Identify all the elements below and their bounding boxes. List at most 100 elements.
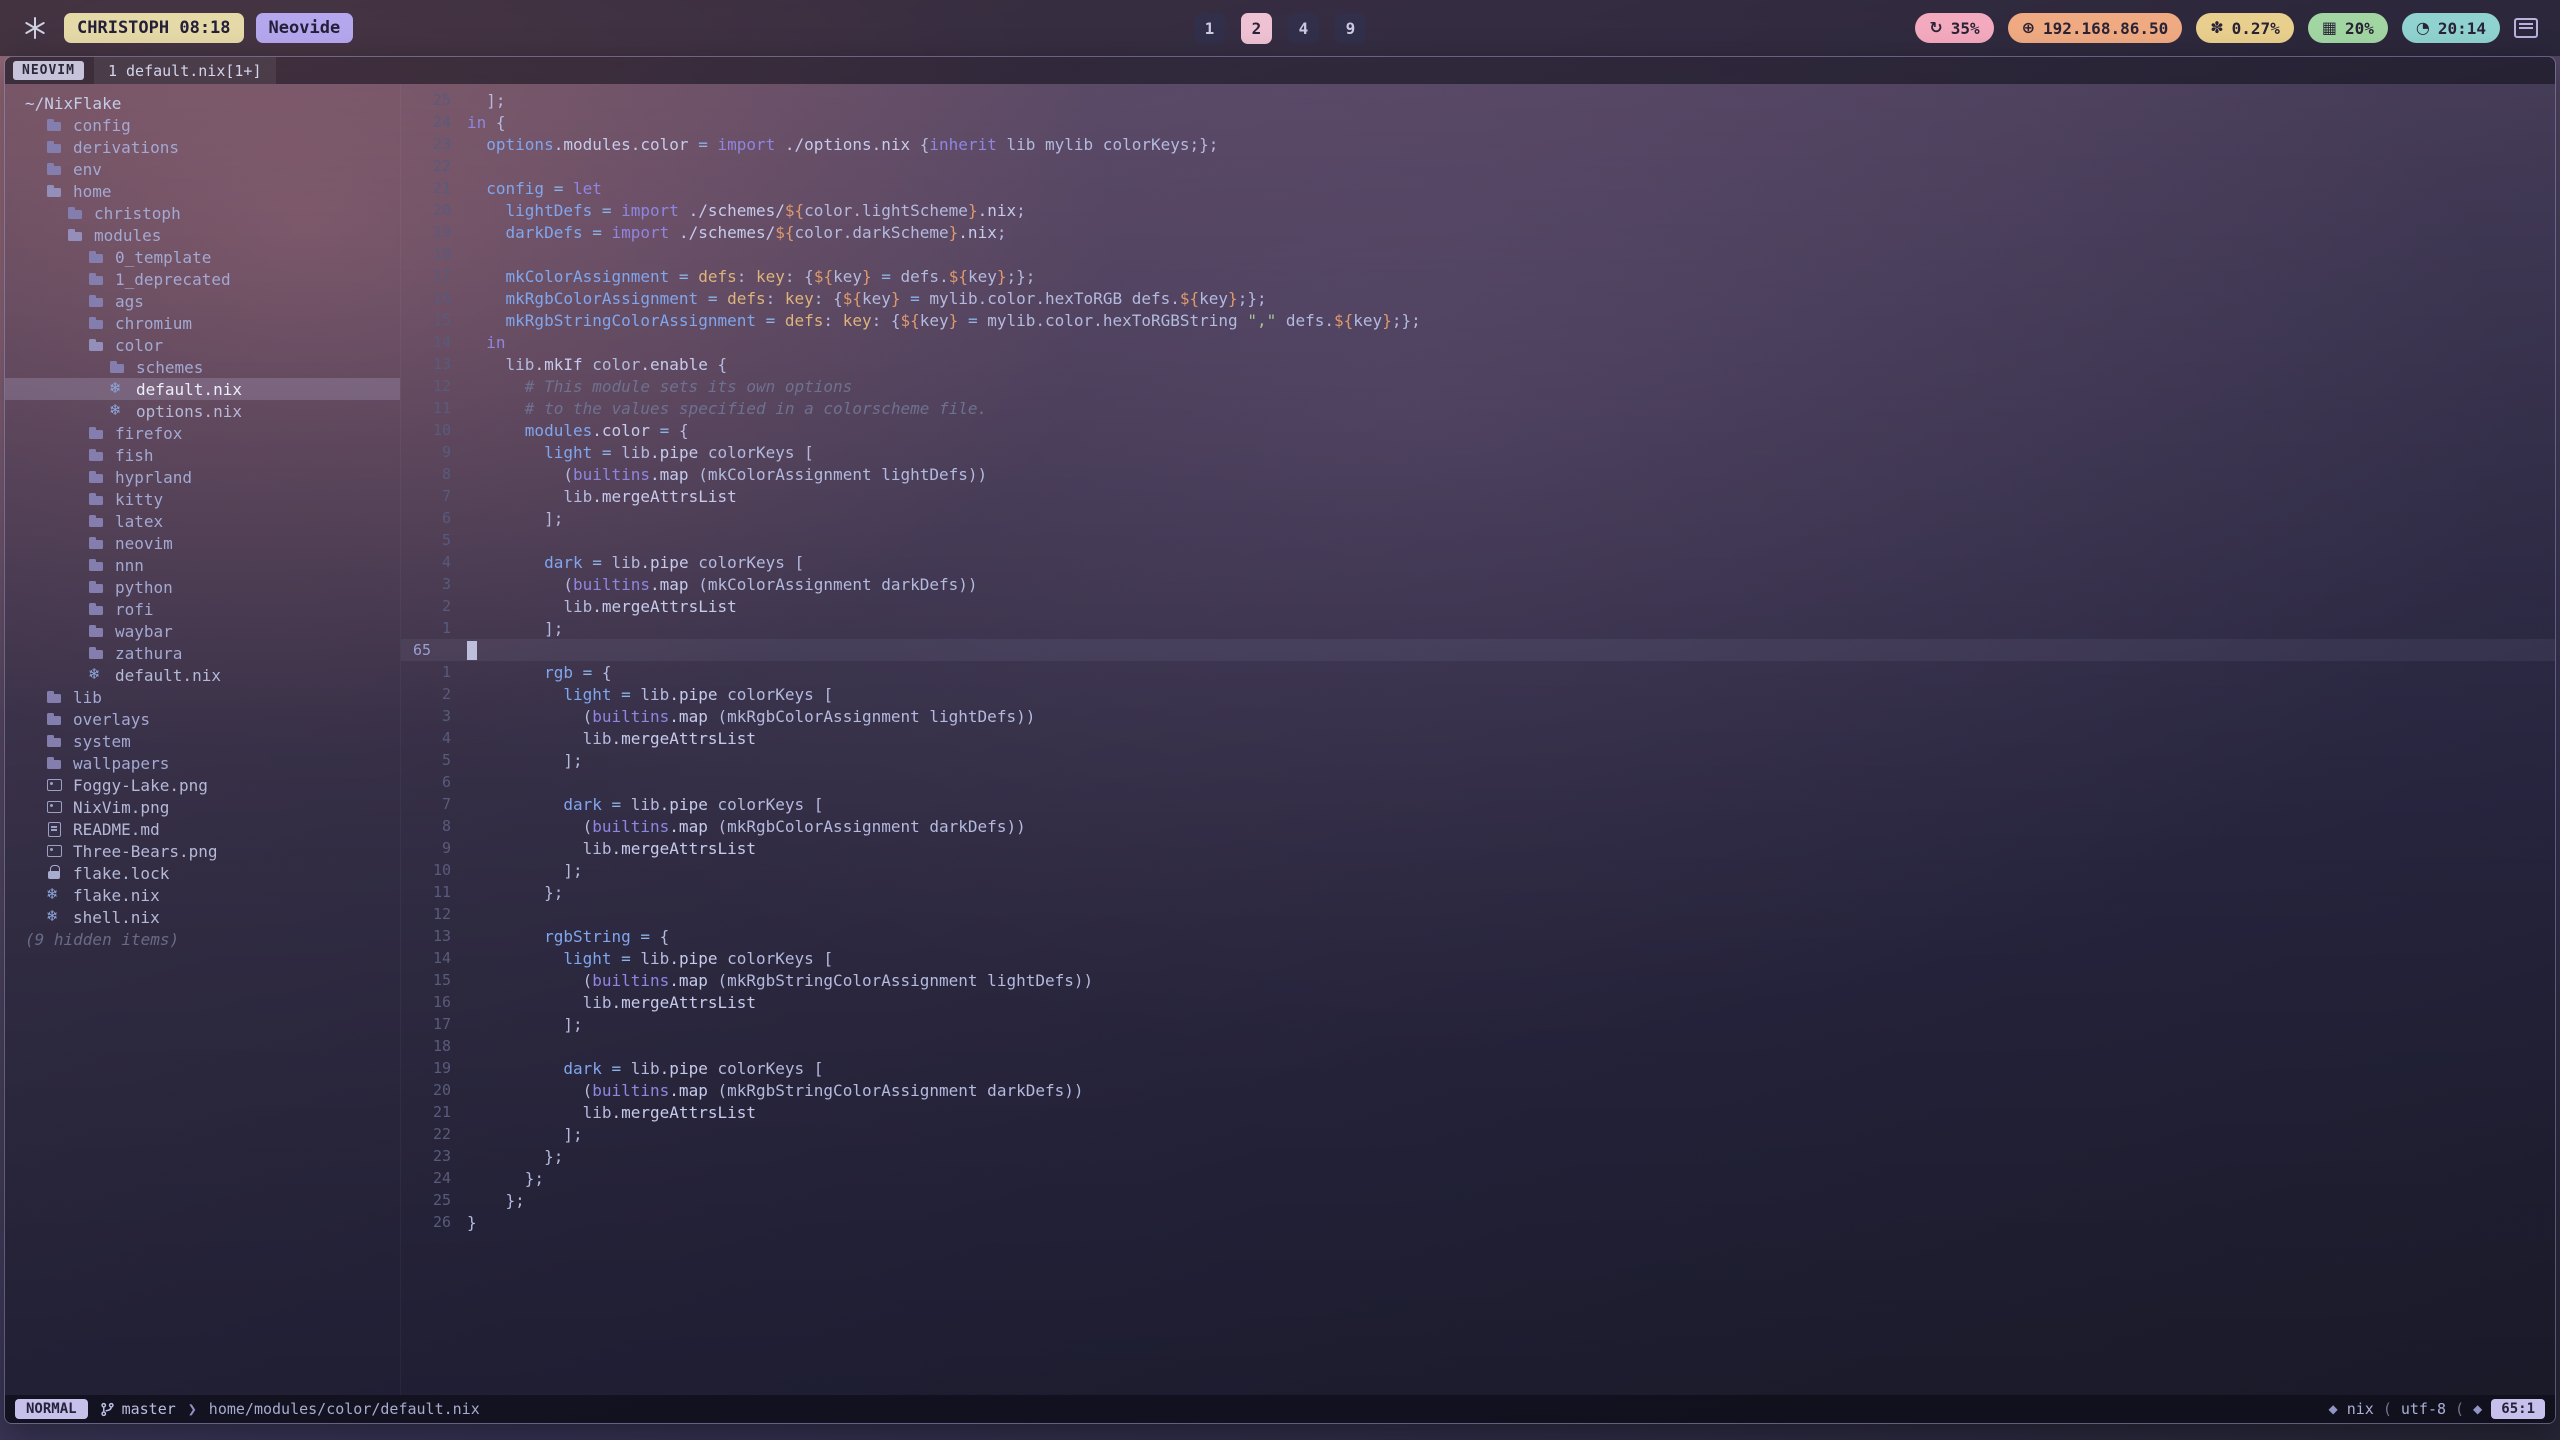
stat-disk[interactable]: 20% [2308,13,2388,43]
tree-item-latex[interactable]: latex [5,510,400,532]
tree-item-fish[interactable]: fish [5,444,400,466]
code-line[interactable]: 5 [401,529,2555,551]
code-line[interactable]: 12 [401,903,2555,925]
code-line[interactable]: 3 (builtins.map (mkColorAssignment darkD… [401,573,2555,595]
code-line[interactable]: 15 mkRgbStringColorAssignment = defs: ke… [401,309,2555,331]
tree-item-waybar[interactable]: waybar [5,620,400,642]
stat-memory[interactable]: 35% [1915,13,1993,43]
code-line[interactable]: 4 lib.mergeAttrsList [401,727,2555,749]
code-line[interactable]: 17 mkColorAssignment = defs: key: {${key… [401,265,2555,287]
code-line[interactable]: 20 lightDefs = import ./schemes/${color.… [401,199,2555,221]
tree-item-firefox[interactable]: firefox [5,422,400,444]
code-line[interactable]: 11 }; [401,881,2555,903]
code-line[interactable]: 2 lib.mergeAttrsList [401,595,2555,617]
tree-item-christoph[interactable]: christoph [5,202,400,224]
code-line[interactable]: 18 [401,1035,2555,1057]
tree-item-default.nix[interactable]: default.nix [5,664,400,686]
tree-item-wallpapers[interactable]: wallpapers [5,752,400,774]
code-line[interactable]: 22 ]; [401,1123,2555,1145]
tray-icon[interactable] [2514,18,2538,38]
code-line[interactable]: 4 dark = lib.pipe colorKeys [ [401,551,2555,573]
git-branch[interactable]: master [100,1400,176,1418]
tab-default-nix[interactable]: 1 default.nix[1+] [94,57,276,84]
code-line[interactable]: 17 ]; [401,1013,2555,1035]
code-line[interactable]: 1 rgb = { [401,661,2555,683]
code-line[interactable]: 14 light = lib.pipe colorKeys [ [401,947,2555,969]
tree-item-overlays[interactable]: overlays [5,708,400,730]
code-line[interactable]: 6 [401,771,2555,793]
code-line[interactable]: 25 }; [401,1189,2555,1211]
code-line[interactable]: 16 mkRgbColorAssignment = defs: key: {${… [401,287,2555,309]
tree-item-0_template[interactable]: 0_template [5,246,400,268]
tree-item-options.nix[interactable]: options.nix [5,400,400,422]
code-area[interactable]: 25 ];24in {23 options.modules.color = im… [401,84,2555,1395]
tree-item-python[interactable]: python [5,576,400,598]
code-line[interactable]: 8 (builtins.map (mkColorAssignment light… [401,463,2555,485]
tree-item-zathura[interactable]: zathura [5,642,400,664]
code-line[interactable]: 23 options.modules.color = import ./opti… [401,133,2555,155]
code-line[interactable]: 26} [401,1211,2555,1233]
code-line[interactable]: 24in { [401,111,2555,133]
tree-item-three-bears.png[interactable]: Three-Bears.png [5,840,400,862]
code-line[interactable]: 7 dark = lib.pipe colorKeys [ [401,793,2555,815]
workspace-4[interactable]: 4 [1288,13,1319,44]
code-line[interactable]: 9 lib.mergeAttrsList [401,837,2555,859]
tree-item-config[interactable]: config [5,114,400,136]
code-line[interactable]: 12 # This module sets its own options [401,375,2555,397]
code-line[interactable]: 22 [401,155,2555,177]
tree-item-flake.nix[interactable]: flake.nix [5,884,400,906]
tree-item-foggy-lake.png[interactable]: Foggy-Lake.png [5,774,400,796]
tree-item-default.nix[interactable]: default.nix [5,378,400,400]
tree-item-derivations[interactable]: derivations [5,136,400,158]
tree-item-kitty[interactable]: kitty [5,488,400,510]
code-line[interactable]: 7 lib.mergeAttrsList [401,485,2555,507]
tree-item-system[interactable]: system [5,730,400,752]
code-line[interactable]: 2 light = lib.pipe colorKeys [ [401,683,2555,705]
tree-item-home[interactable]: home [5,180,400,202]
tree-item-color[interactable]: color [5,334,400,356]
code-line[interactable]: 3 (builtins.map (mkRgbColorAssignment li… [401,705,2555,727]
workspace-9[interactable]: 9 [1335,13,1366,44]
code-line[interactable]: 23 }; [401,1145,2555,1167]
tree-item-env[interactable]: env [5,158,400,180]
code-line[interactable]: 9 light = lib.pipe colorKeys [ [401,441,2555,463]
code-line[interactable]: 14 in [401,331,2555,353]
code-line[interactable]: 1 ]; [401,617,2555,639]
tree-item-ags[interactable]: ags [5,290,400,312]
tree-item-nnn[interactable]: nnn [5,554,400,576]
tree-item-neovim[interactable]: neovim [5,532,400,554]
code-line[interactable]: 19 dark = lib.pipe colorKeys [ [401,1057,2555,1079]
code-line[interactable]: 19 darkDefs = import ./schemes/${color.d… [401,221,2555,243]
workspace-2[interactable]: 2 [1241,13,1272,44]
code-line[interactable]: 10 modules.color = { [401,419,2555,441]
code-line[interactable]: 11 # to the values specified in a colors… [401,397,2555,419]
tree-item-schemes[interactable]: schemes [5,356,400,378]
stat-cpu[interactable]: 0.27% [2196,13,2294,43]
code-line[interactable]: 24 }; [401,1167,2555,1189]
code-line[interactable]: 15 (builtins.map (mkRgbStringColorAssign… [401,969,2555,991]
tree-item-shell.nix[interactable]: shell.nix [5,906,400,928]
tree-item-chromium[interactable]: chromium [5,312,400,334]
tree-item-flake.lock[interactable]: flake.lock [5,862,400,884]
code-line[interactable]: 13 rgbString = { [401,925,2555,947]
tree-item-1_deprecated[interactable]: 1_deprecated [5,268,400,290]
tree-item-nixvim.png[interactable]: NixVim.png [5,796,400,818]
code-line[interactable]: 8 (builtins.map (mkRgbColorAssignment da… [401,815,2555,837]
code-line[interactable]: 16 lib.mergeAttrsList [401,991,2555,1013]
tree-item-~nixflake[interactable]: ~/NixFlake [5,92,400,114]
code-line[interactable]: 25 ]; [401,89,2555,111]
code-line[interactable]: 6 ]; [401,507,2555,529]
code-line[interactable]: 20 (builtins.map (mkRgbStringColorAssign… [401,1079,2555,1101]
code-line[interactable]: 13 lib.mkIf color.enable { [401,353,2555,375]
stat-network[interactable]: 192.168.86.50 [2008,13,2183,43]
tree-item-modules[interactable]: modules [5,224,400,246]
code-line[interactable]: 5 ]; [401,749,2555,771]
tree-item-rofi[interactable]: rofi [5,598,400,620]
stat-clock[interactable]: 20:14 [2402,13,2500,43]
code-line[interactable]: 65 [401,639,2555,661]
tree-item-lib[interactable]: lib [5,686,400,708]
code-line[interactable]: 18 [401,243,2555,265]
workspace-1[interactable]: 1 [1194,13,1225,44]
code-line[interactable]: 21 config = let [401,177,2555,199]
code-line[interactable]: 21 lib.mergeAttrsList [401,1101,2555,1123]
